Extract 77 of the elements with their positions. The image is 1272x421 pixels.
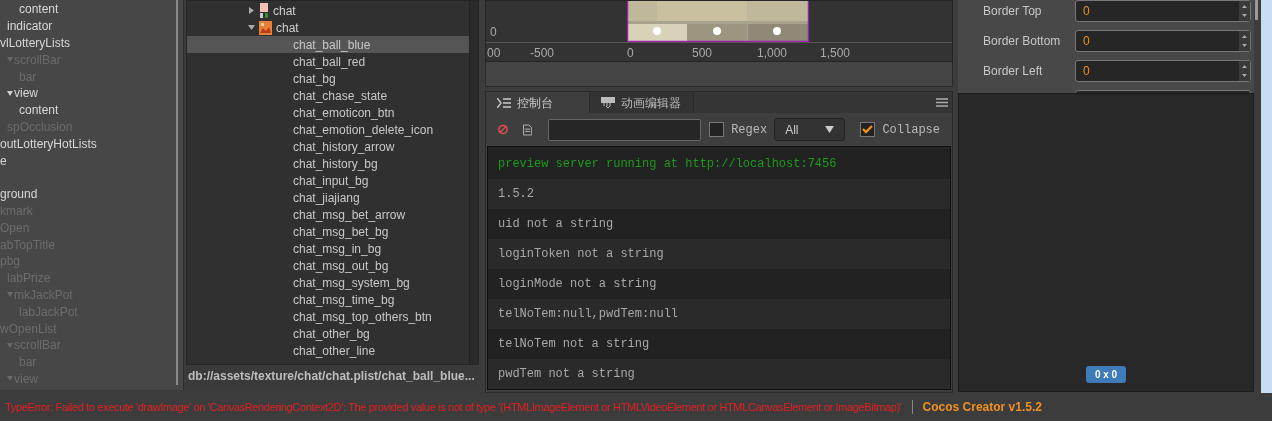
asset-item[interactable]: chat_history_arrow (187, 138, 469, 155)
asset-item[interactable]: chat_msg_system_bg (187, 274, 469, 291)
ruler-label: 0 (490, 24, 497, 41)
node-label[interactable]: indicator (7, 17, 53, 36)
scrollbar[interactable] (1255, 0, 1258, 20)
ruler-label: 00 (487, 45, 501, 62)
clear-icon[interactable] (498, 124, 509, 135)
film-icon (601, 97, 615, 108)
filter-field[interactable] (548, 118, 702, 141)
number-field[interactable]: 0 (1075, 0, 1251, 22)
level-select[interactable]: All (774, 118, 846, 141)
ruler-label: 500 (692, 45, 713, 62)
node-label[interactable]: ground (0, 185, 38, 204)
stepper-icon[interactable] (1239, 61, 1250, 81)
stepper-icon[interactable] (1239, 1, 1250, 21)
file-icon (259, 3, 269, 18)
node-label[interactable]: vlLotteryLists (0, 34, 71, 52)
field-value: 0 (1083, 33, 1090, 50)
ruler-label: 0 (627, 45, 634, 62)
ruler-label: 1,000 (757, 45, 788, 62)
checkbox[interactable] (860, 122, 876, 137)
number-field[interactable]: 0 (1075, 60, 1251, 82)
asset-item[interactable]: chat_bg (187, 70, 469, 87)
size-badge: 0 x 0 (1085, 366, 1127, 383)
checkbox-label: Collapse (882, 121, 940, 139)
node-label[interactable]: view (14, 84, 38, 103)
menu-icon[interactable] (936, 98, 948, 107)
asset-item[interactable]: chat_other_line (187, 342, 469, 359)
log-entry: telNoTem:null,pwdTem:null (488, 299, 950, 329)
asset-item[interactable]: chat_emotion_delete_icon (187, 121, 469, 138)
number-field[interactable]: 0 (1075, 30, 1251, 52)
checkbox[interactable] (709, 122, 725, 137)
asset-item[interactable]: chat_input_bg (187, 172, 469, 189)
version-label: Cocos Creator v1.5.2 (922, 399, 1042, 416)
property-label: Border Bottom (983, 33, 1062, 50)
asset-item[interactable]: chat_msg_out_bg (187, 257, 469, 274)
asset-item[interactable]: chat_msg_in_bg (187, 240, 469, 257)
asset-item[interactable]: chat_ball_blue (187, 36, 469, 53)
property-label: Border Top (983, 3, 1043, 20)
node-label[interactable]: outLotteryHotLists (0, 134, 97, 153)
scrollbar[interactable] (176, 0, 178, 385)
asset-item[interactable]: chat_other_bg (187, 325, 469, 342)
caret-icon[interactable] (248, 7, 255, 14)
node-label[interactable]: e (0, 151, 7, 170)
image-icon (259, 20, 272, 35)
folder-label[interactable]: chat (273, 1, 296, 20)
error-message: TypeError: Failed to execute 'drawImage' on 'CanvasRenderingContext2D': The provided value is not of type '(HTMLImageElement or HTMLVideoElement or HTMLCanvasElement or ImageBitmap)' (5, 399, 902, 415)
log-entry: pwdTem not a string (488, 359, 950, 389)
checkbox-label: Regex (731, 121, 768, 139)
field-value: 0 (1083, 3, 1090, 20)
checkmark-icon (862, 125, 874, 134)
asset-item[interactable]: chat_ball_red (187, 53, 469, 70)
asset-item[interactable]: chat_history_bg (187, 155, 469, 172)
log-entry: 1.5.2 (488, 179, 950, 209)
field-value: 0 (1083, 63, 1090, 80)
terminal-icon (497, 97, 511, 108)
panel-tab[interactable]: 控制台 (486, 92, 590, 113)
asset-item[interactable]: chat_chase_state (187, 87, 469, 104)
scrollbar[interactable] (469, 1, 478, 364)
property-label: Border Left (983, 63, 1044, 80)
document-icon[interactable] (523, 123, 533, 136)
node-label[interactable]: content (19, 101, 59, 120)
asset-item[interactable]: chat_msg_bet_arrow (187, 206, 469, 223)
caret-icon[interactable] (248, 24, 255, 31)
ruler-label: 1,500 (820, 45, 851, 62)
asset-item[interactable]: chat_jiajiang (187, 189, 469, 206)
caret-icon[interactable] (7, 90, 13, 96)
folder-label[interactable]: chat (276, 18, 299, 37)
asset-item[interactable]: chat_msg_top_others_btn (187, 308, 469, 325)
node-label[interactable]: content (19, 0, 59, 19)
asset-item[interactable]: chat_msg_time_bg (187, 291, 469, 308)
asset-item[interactable]: chat_emoticon_btn (187, 104, 469, 121)
log-entry: loginToken not a string (488, 239, 950, 269)
asset-item[interactable]: chat_msg_bet_bg (187, 223, 469, 240)
stepper-icon[interactable] (1239, 31, 1250, 51)
ruler-label: -500 (530, 45, 555, 62)
dropdown-icon (825, 126, 835, 133)
